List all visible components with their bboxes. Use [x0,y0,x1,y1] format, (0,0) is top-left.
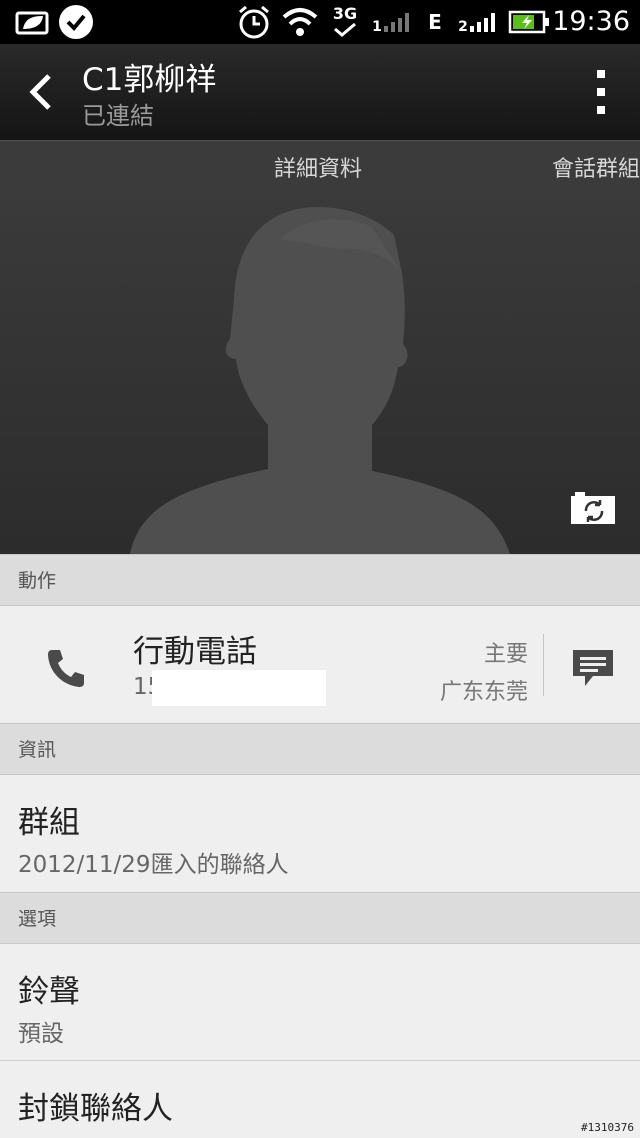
dot-icon [597,70,605,78]
sim2-label: 2 [458,19,468,35]
signal-icon: 2 [458,0,498,44]
leaf-icon [14,0,52,44]
check-badge-icon [56,0,96,44]
phone-row[interactable]: 行動電話 15 主要 广东东莞 [0,606,640,722]
divider [543,634,544,696]
back-button[interactable] [14,64,66,120]
group-title: 群組 [18,805,80,841]
dot-icon [597,88,605,96]
chevron-left-icon [29,74,51,110]
phone-call-button[interactable] [44,646,88,690]
phone-label: 行動電話 [133,634,257,670]
camera-rotate-icon [571,492,615,524]
tab-conversations[interactable]: 會話群組 [552,141,640,199]
overflow-menu-button[interactable] [586,70,616,114]
tab-bar: 詳細資料 會話群組 [0,140,640,200]
tab-details[interactable]: 詳細資料 [274,141,362,199]
signal-icon: 1 [372,0,412,44]
change-photo-button[interactable] [570,491,616,525]
section-header-options: 選項 [0,892,640,944]
status-bar: 3G 1 E 2 19:36 [0,0,640,44]
block-contact-value: 關閉 [18,1131,64,1138]
e-network-icon: E [428,10,442,34]
dot-icon [597,106,605,114]
phone-icon [48,650,84,687]
primary-tag: 主要 [483,642,528,667]
ringtone-row[interactable]: 鈴聲 預設 [0,944,640,1060]
ringtone-title: 鈴聲 [18,974,80,1010]
alarm-icon [234,0,274,44]
action-bar: C1郭柳祥 已連結 [0,44,640,140]
battery-charging-icon [508,0,550,44]
send-message-button[interactable] [571,646,615,690]
person-silhouette-icon [130,207,510,554]
status-time: 19:36 [552,6,630,37]
sim1-label: 1 [372,19,382,35]
contact-photo[interactable] [0,199,640,554]
wifi-icon [280,0,320,44]
message-icon [573,650,613,686]
phone-location: 广东东莞 [439,680,528,705]
redaction-box [152,670,326,706]
contact-name: C1郭柳祥 [82,62,217,98]
network-3g-label: 3G [332,4,358,23]
group-row[interactable]: 群組 2012/11/29匯入的聯絡人 [0,775,640,891]
group-value: 2012/11/29匯入的聯絡人 [18,852,289,878]
section-header-info: 資訊 [0,723,640,775]
watermark: #1310376 [581,1121,634,1134]
3g-icon: 3G [328,0,362,44]
link-status: 已連結 [82,102,154,130]
ringtone-value: 預設 [18,1021,64,1047]
block-contact-title: 封鎖聯絡人 [18,1091,173,1127]
block-contact-row[interactable]: 封鎖聯絡人 關閉 [0,1061,640,1138]
section-header-actions: 動作 [0,554,640,606]
